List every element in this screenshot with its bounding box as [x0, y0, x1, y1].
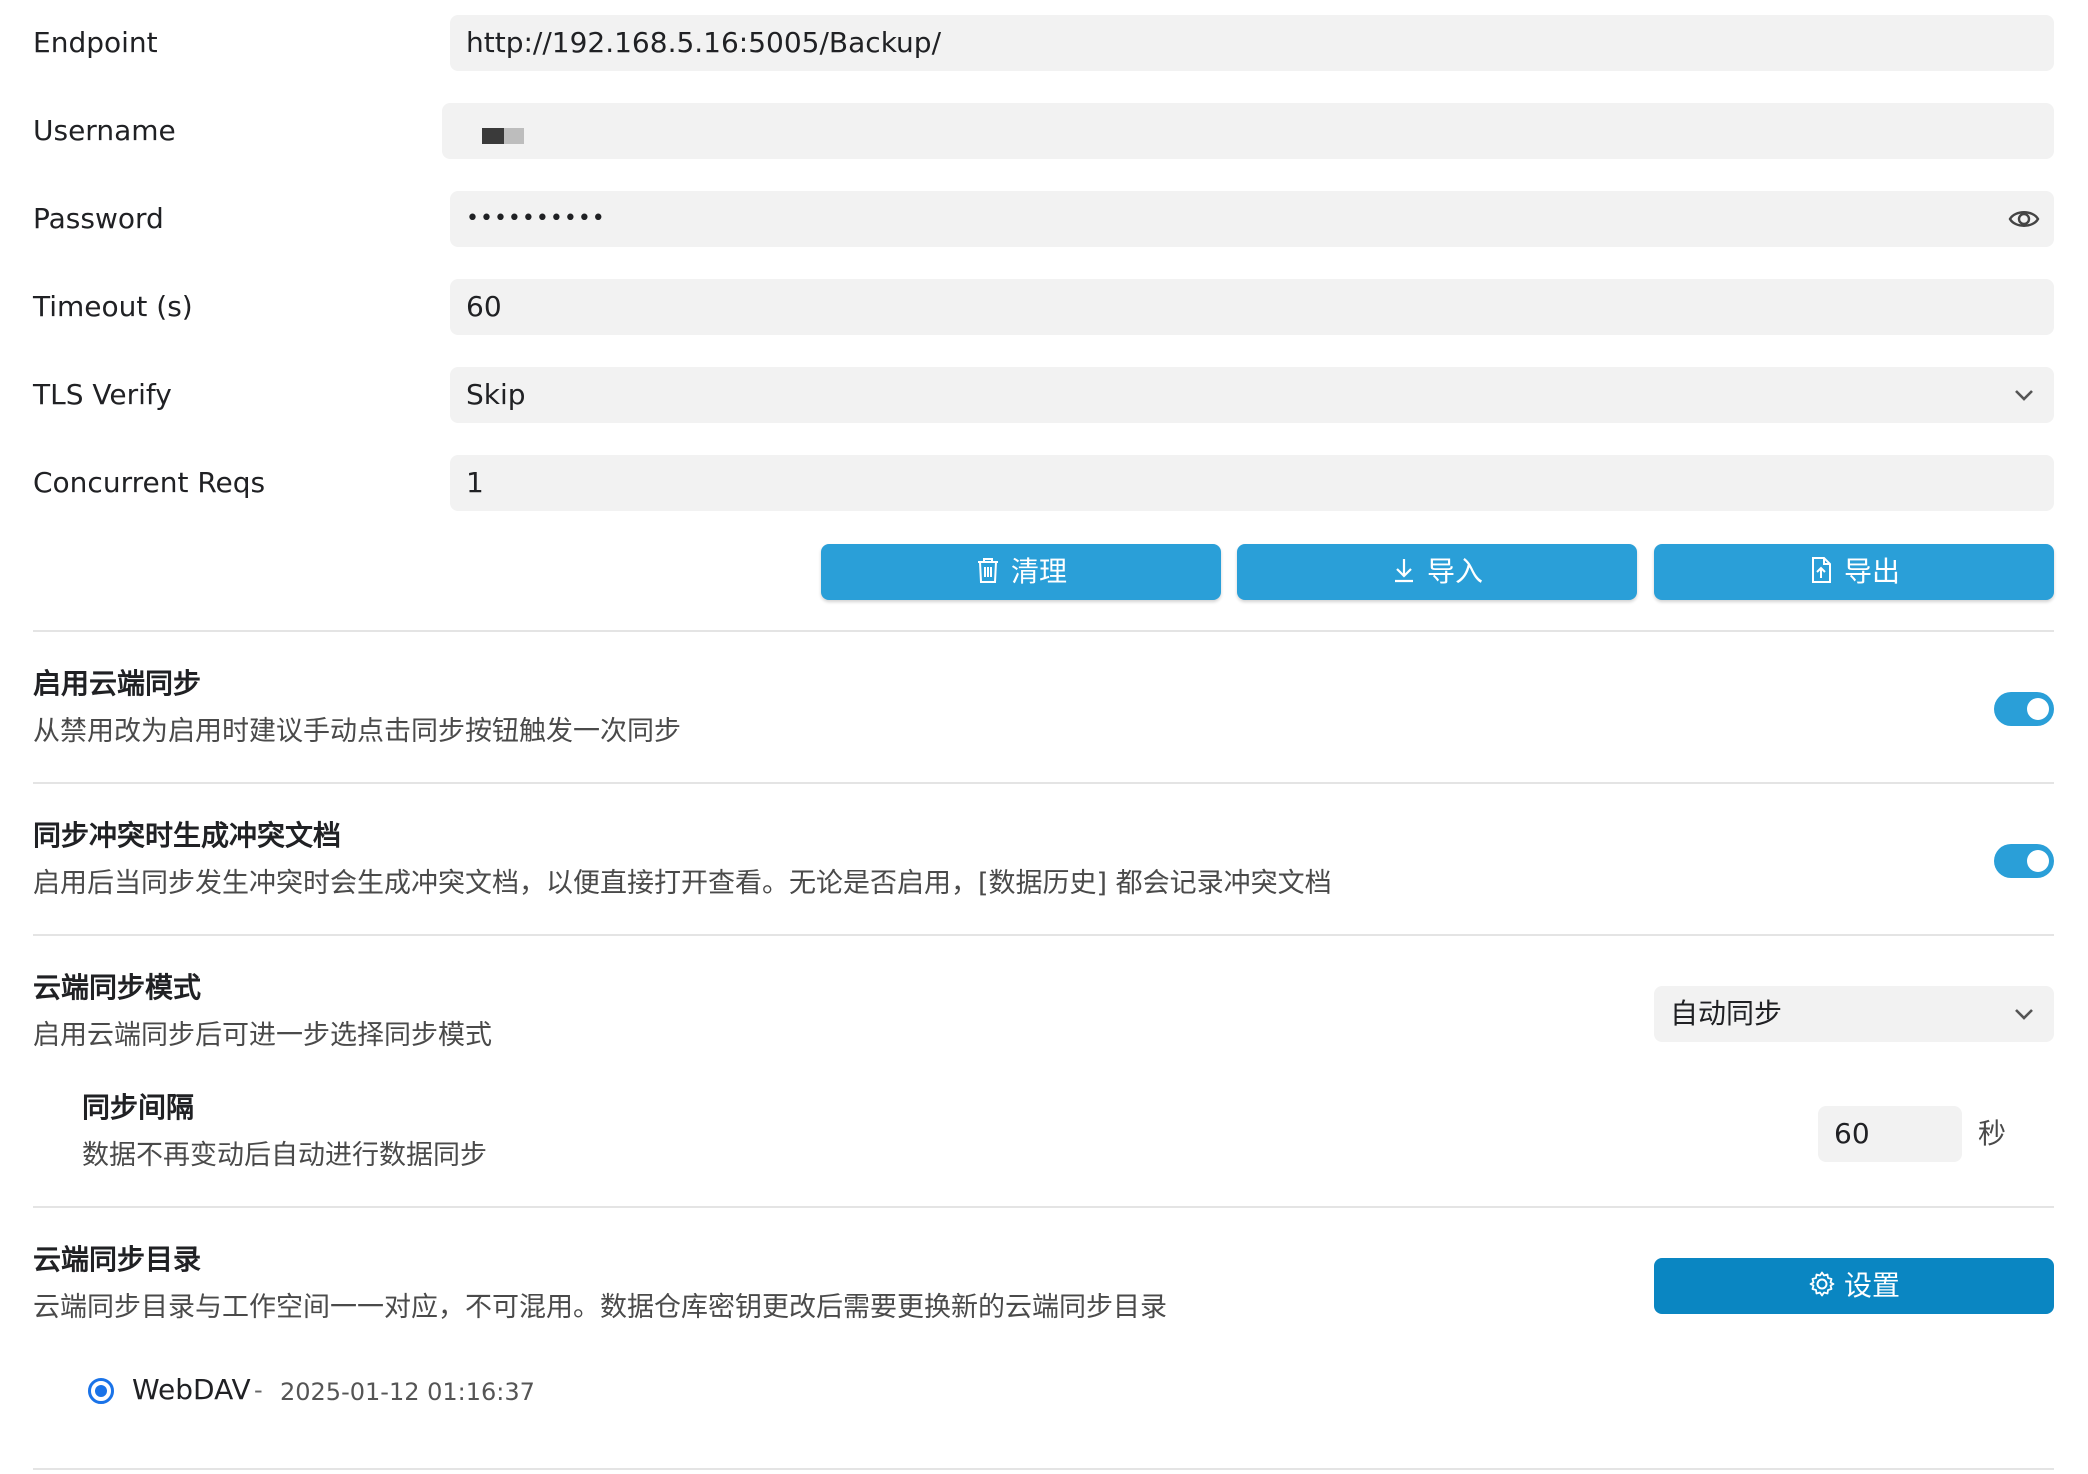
timeout-label: Timeout (s) [33, 290, 193, 323]
file-export-icon [1811, 557, 1831, 583]
sync-interval-input[interactable]: 60 [1818, 1106, 1962, 1162]
webdav-separator: - [254, 1376, 263, 1404]
divider [33, 1468, 2054, 1470]
conflict-doc-title: 同步冲突时生成冲突文档 [33, 819, 342, 852]
concurrent-reqs-label: Concurrent Reqs [33, 466, 266, 499]
divider [33, 934, 2054, 936]
timeout-value: 60 [466, 290, 502, 323]
chevron-down-icon [2015, 1009, 2033, 1020]
chevron-down-icon [2015, 390, 2033, 401]
sync-mode-desc: 启用云端同步后可进一步选择同步模式 [33, 1020, 492, 1051]
password-label: Password [33, 202, 164, 235]
cloud-sync-desc: 从禁用改为启用时建议手动点击同步按钮触发一次同步 [33, 716, 681, 747]
sync-dir-title: 云端同步目录 [33, 1243, 202, 1276]
download-icon [1394, 559, 1413, 583]
username-redacted-block [482, 128, 504, 144]
trash-icon [977, 558, 998, 583]
conflict-doc-desc: 启用后当同步发生冲突时会生成冲突文档，以便直接打开查看。无论是否启用，[数据历史… [33, 868, 1332, 899]
sync-mode-value: 自动同步 [1670, 997, 1783, 1030]
username-redacted-block-light [504, 128, 524, 144]
import-button-label: 导入 [1426, 555, 1483, 588]
endpoint-label: Endpoint [33, 26, 158, 59]
eye-icon[interactable] [2008, 203, 2040, 235]
import-button[interactable]: 导入 [1237, 544, 1637, 600]
export-button[interactable]: 导出 [1654, 544, 2054, 600]
toggle-knob [2027, 698, 2049, 720]
sync-mode-select[interactable]: 自动同步 [1654, 986, 2054, 1042]
tls-verify-select[interactable]: Skip [450, 367, 2054, 423]
username-input[interactable] [442, 103, 2054, 159]
concurrent-reqs-input[interactable]: 1 [450, 455, 2054, 511]
clean-button-label: 清理 [1010, 555, 1067, 588]
settings-button[interactable]: 设置 [1654, 1258, 2054, 1314]
divider [33, 630, 2054, 632]
webdav-label: WebDAV [132, 1373, 251, 1406]
divider [33, 1206, 2054, 1208]
sync-mode-title: 云端同步模式 [33, 971, 202, 1004]
sync-interval-desc: 数据不再变动后自动进行数据同步 [82, 1140, 487, 1171]
concurrent-reqs-value: 1 [466, 466, 484, 499]
webdav-timestamp: 2025-01-12 01:16:37 [280, 1378, 535, 1406]
tls-verify-label: TLS Verify [33, 378, 172, 411]
username-label: Username [33, 114, 176, 147]
conflict-doc-toggle[interactable] [1994, 844, 2054, 878]
settings-button-label: 设置 [1843, 1269, 1900, 1302]
tls-verify-value: Skip [466, 378, 526, 411]
radio-selected-dot [95, 1385, 107, 1397]
endpoint-value: http://192.168.5.16:5005/Backup/ [466, 26, 942, 59]
sync-interval-value: 60 [1834, 1117, 1870, 1150]
password-input[interactable]: •••••••••• [450, 191, 2054, 247]
divider [33, 782, 2054, 784]
sync-dir-desc: 云端同步目录与工作空间一一对应，不可混用。数据仓库密钥更改后需要更换新的云端同步… [33, 1292, 1167, 1323]
sync-interval-title: 同步间隔 [82, 1091, 195, 1124]
password-value: •••••••••• [466, 206, 606, 231]
cloud-sync-title: 启用云端同步 [33, 667, 202, 700]
gear-icon [1809, 1271, 1835, 1297]
export-button-label: 导出 [1843, 555, 1900, 588]
endpoint-input[interactable]: http://192.168.5.16:5005/Backup/ [450, 15, 2054, 71]
toggle-knob [2027, 850, 2049, 872]
timeout-input[interactable]: 60 [450, 279, 2054, 335]
webdav-radio[interactable] [88, 1378, 114, 1404]
clean-button[interactable]: 清理 [821, 544, 1221, 600]
cloud-sync-toggle[interactable] [1994, 692, 2054, 726]
sync-interval-unit: 秒 [1978, 1117, 2007, 1150]
